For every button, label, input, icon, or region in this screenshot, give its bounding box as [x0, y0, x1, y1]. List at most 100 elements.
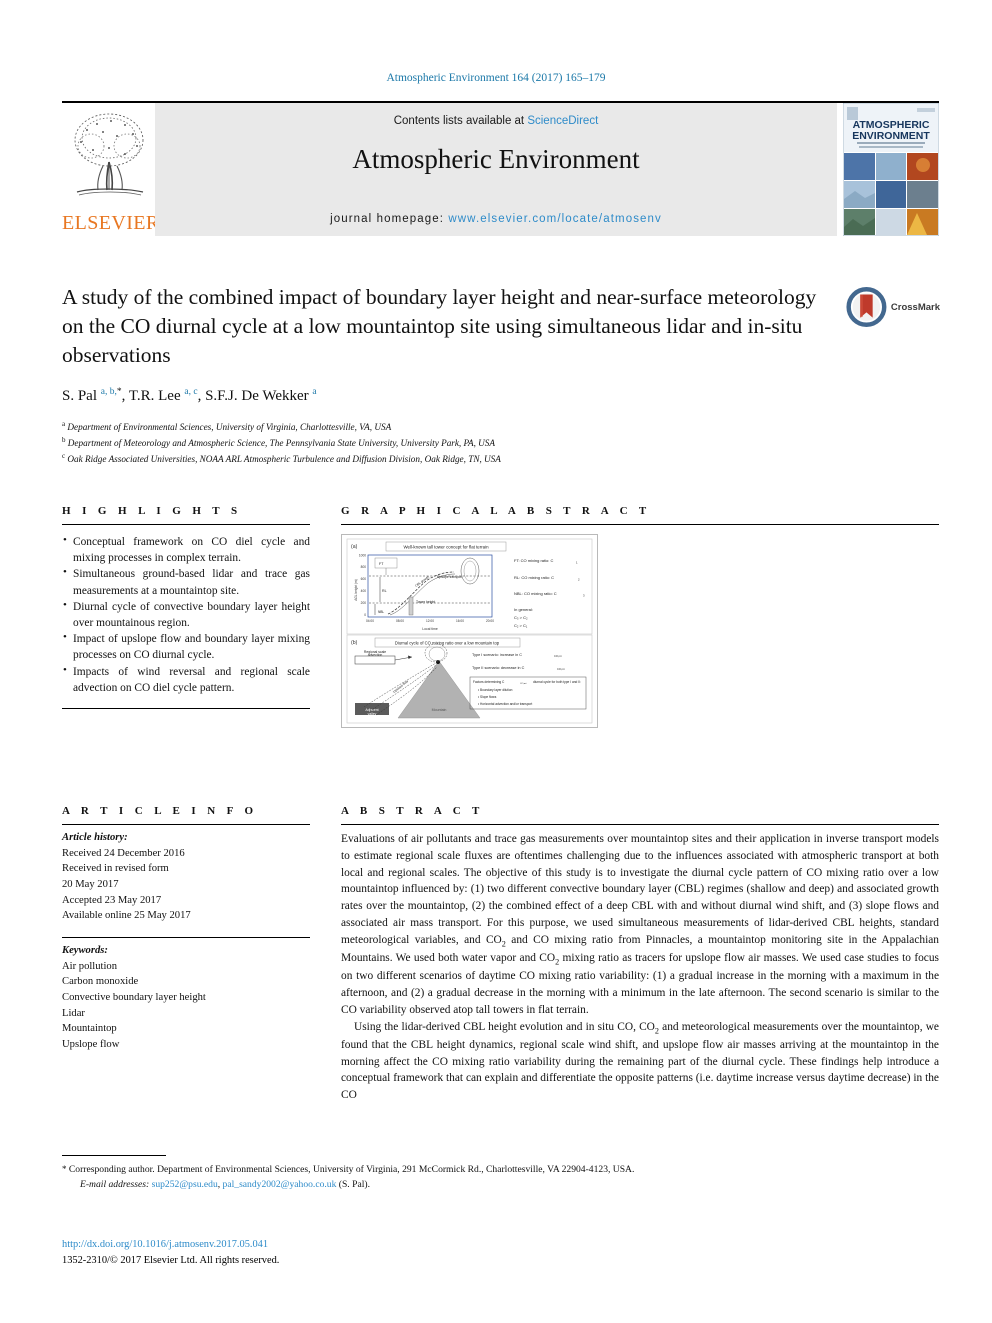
highlights-section: H I G H L I G H T S Conceptual framework…: [62, 505, 310, 709]
svg-text:diurnal cycle for both type I: diurnal cycle for both type I and II:: [533, 680, 581, 684]
affiliation-a: a Department of Environmental Sciences, …: [62, 420, 392, 433]
graphical-abstract-section: G R A P H I C A L A B S T R A C T (a) We…: [341, 505, 939, 728]
ga-panel-b: (b) Diurnal cycle of CO mixing ratio ove…: [346, 634, 593, 724]
svg-text:advection: advection: [368, 653, 383, 657]
sciencedirect-link[interactable]: ScienceDirect: [527, 115, 598, 127]
svg-text:Mountain: Mountain: [432, 708, 447, 712]
article-info-section: A R T I C L E I N F O Article history: R…: [62, 805, 310, 1053]
svg-text:Tower height: Tower height: [416, 600, 435, 604]
svg-text:NBL: CO mixing ratio: C: NBL: CO mixing ratio: C: [514, 591, 557, 596]
graphical-abstract-svg: (a) Well-known tall tower concept for fl…: [342, 535, 597, 727]
keywords-label: Keywords:: [62, 945, 108, 957]
footnote-body: * Corresponding author. Department of En…: [62, 1156, 939, 1192]
svg-text:FT: CO mixing ratio: C: FT: CO mixing ratio: C: [514, 558, 553, 563]
svg-text:C₃ > C₂: C₃ > C₂: [514, 615, 528, 620]
abstract-p1-part1: Evaluations of air pollutants and trace …: [341, 833, 939, 946]
history-item: Received 24 December 2016: [62, 847, 185, 859]
journal-masthead: ELSEVIER Contents lists available at Sci…: [62, 101, 939, 236]
svg-text:ENVIRONMENT: ENVIRONMENT: [852, 130, 930, 142]
svg-text:• Boundary layer dilution: • Boundary layer dilution: [478, 688, 513, 692]
svg-text:• Slope flows: • Slope flows: [478, 695, 497, 699]
contents-line: Contents lists available at ScienceDirec…: [155, 103, 837, 127]
affiliation-a-text: Department of Environmental Sciences, Un…: [67, 422, 392, 433]
contents-prefix: Contents lists available at: [393, 115, 528, 127]
crossmark-icon[interactable]: [846, 284, 887, 330]
list-item: Impacts of wind reversal and regional sc…: [62, 662, 310, 696]
svg-text:CO,mt: CO,mt: [557, 667, 565, 671]
copyright-line: 1352-2310/© 2017 Elsevier Ltd. All right…: [62, 1254, 280, 1266]
history-item: Available online 25 May 2017: [62, 910, 191, 922]
running-head: Atmospheric Environment 164 (2017) 165–1…: [386, 72, 606, 84]
svg-text:04:00: 04:00: [366, 619, 374, 623]
keyword-item: Carbon monoxide: [62, 976, 139, 988]
affiliation-c-text: Oak Ridge Associated Universities, NOAA …: [67, 454, 501, 465]
list-item: Impact of upslope flow and boundary laye…: [62, 630, 310, 663]
email-link-1[interactable]: sup252@psu.edu: [152, 1179, 218, 1190]
article-info-heading: A R T I C L E I N F O: [62, 805, 258, 817]
crossmark-badge[interactable]: CrossMark: [846, 282, 940, 332]
elsevier-tree-icon: [74, 113, 143, 196]
homepage-prefix: journal homepage:: [330, 213, 449, 225]
ga-panel-a: (a) Well-known tall tower concept for fl…: [346, 538, 593, 635]
keyword-item: Upslope flow: [62, 1039, 120, 1051]
author-1: S. Pal a, b,*: [62, 387, 122, 405]
svg-text:800: 800: [361, 565, 367, 569]
abstract-heading: A B S T R A C T: [341, 805, 484, 817]
list-item: Conceptual framework on CO diel cycle an…: [62, 533, 310, 566]
svg-text:400: 400: [361, 589, 367, 593]
abstract-paragraph-1: Evaluations of air pollutants and trace …: [341, 831, 939, 1019]
svg-text:Diurnal cycle of CO mixing rat: Diurnal cycle of CO mixing ratio over a …: [395, 641, 500, 646]
svg-text:Well-known tall tower concept: Well-known tall tower concept for flat t…: [403, 545, 489, 550]
history-item: Received in revised form: [62, 863, 169, 875]
email-line: E-mail addresses: sup252@psu.edu, pal_sa…: [80, 1178, 370, 1190]
svg-text:RL: CO mixing ratio: C: RL: CO mixing ratio: C: [514, 575, 554, 580]
doi-block: http://dx.doi.org/10.1016/j.atmosenv.201…: [62, 1237, 279, 1268]
paper-page: Atmospheric Environment 164 (2017) 165–1…: [0, 0, 992, 1323]
svg-text:NBL: NBL: [378, 610, 384, 614]
email-label: E-mail addresses:: [80, 1178, 150, 1190]
highlights-rule-bottom: [62, 707, 310, 709]
corresponding-author-line: * Corresponding author. Department of En…: [62, 1163, 939, 1178]
highlights-list: Conceptual framework on CO diel cycle an…: [62, 533, 310, 696]
article-info-spacer: [62, 924, 310, 937]
journal-homepage-line: journal homepage: www.elsevier.com/locat…: [155, 213, 837, 225]
journal-cover-image: ATMOSPHERIC ENVIRONMENT: [843, 103, 939, 236]
graphical-abstract-figure: (a) Well-known tall tower concept for fl…: [341, 534, 598, 728]
svg-text:12:00: 12:00: [426, 619, 434, 623]
svg-text:Upslope transport: Upslope transport: [437, 575, 462, 579]
svg-text:Factors determining C: Factors determining C: [473, 680, 505, 684]
svg-text:Local time: Local time: [422, 627, 438, 631]
abstract-section: A B S T R A C T Evaluations of air pollu…: [341, 805, 939, 1104]
doi-link[interactable]: http://dx.doi.org/10.1016/j.atmosenv.201…: [62, 1237, 279, 1253]
graphical-abstract-heading: G R A P H I C A L A B S T R A C T: [341, 505, 651, 517]
keyword-item: Mountaintop: [62, 1023, 117, 1035]
svg-text:Type I scenario: increase in C: Type I scenario: increase in C: [472, 653, 522, 657]
abstract-paragraph-2: Using the lidar-derived CBL height evolu…: [341, 1019, 939, 1104]
email-suffix: (S. Pal).: [338, 1178, 370, 1190]
crossmark-label: CrossMark: [890, 301, 940, 313]
svg-text:• Horizontal advection and/or: • Horizontal advection and/or transport: [478, 702, 532, 706]
abstract-p2-part1: Using the lidar-derived CBL height evolu…: [354, 1020, 655, 1033]
highlights-heading: H I G H L I G H T S: [62, 505, 242, 517]
graphical-abstract-rule: [341, 524, 939, 525]
history-item: Accepted 23 May 2017: [62, 894, 162, 906]
svg-text:600: 600: [361, 577, 367, 581]
email-link-2[interactable]: pal_sandy2002@yahoo.co.uk: [223, 1179, 337, 1190]
svg-text:08:00: 08:00: [396, 619, 404, 623]
svg-text:C₂ > C₁: C₂ > C₁: [514, 623, 528, 628]
keywords-block: Keywords: Air pollution Carbon monoxide …: [62, 938, 310, 1053]
corresponding-marker: *: [62, 1164, 67, 1174]
svg-text:(b): (b): [351, 640, 358, 646]
svg-text:AGL height (m): AGL height (m): [354, 579, 358, 601]
affiliation-b-text: Department of Meteorology and Atmospheri…: [67, 438, 496, 449]
svg-text:0: 0: [364, 613, 366, 617]
svg-text:In general:: In general:: [514, 607, 533, 612]
svg-text:20:00: 20:00: [486, 619, 494, 623]
author-2: T.R. Lee a, c: [128, 387, 198, 405]
footnotes-section: * Corresponding author. Department of En…: [62, 1155, 939, 1192]
homepage-url-link[interactable]: www.elsevier.com/locate/atmosenv: [448, 213, 662, 225]
article-history-block: Article history: Received 24 December 20…: [62, 825, 310, 924]
keyword-item: Lidar: [62, 1007, 85, 1019]
keyword-item: Convective boundary layer height: [62, 992, 206, 1004]
highlights-rule-top: [62, 524, 310, 525]
